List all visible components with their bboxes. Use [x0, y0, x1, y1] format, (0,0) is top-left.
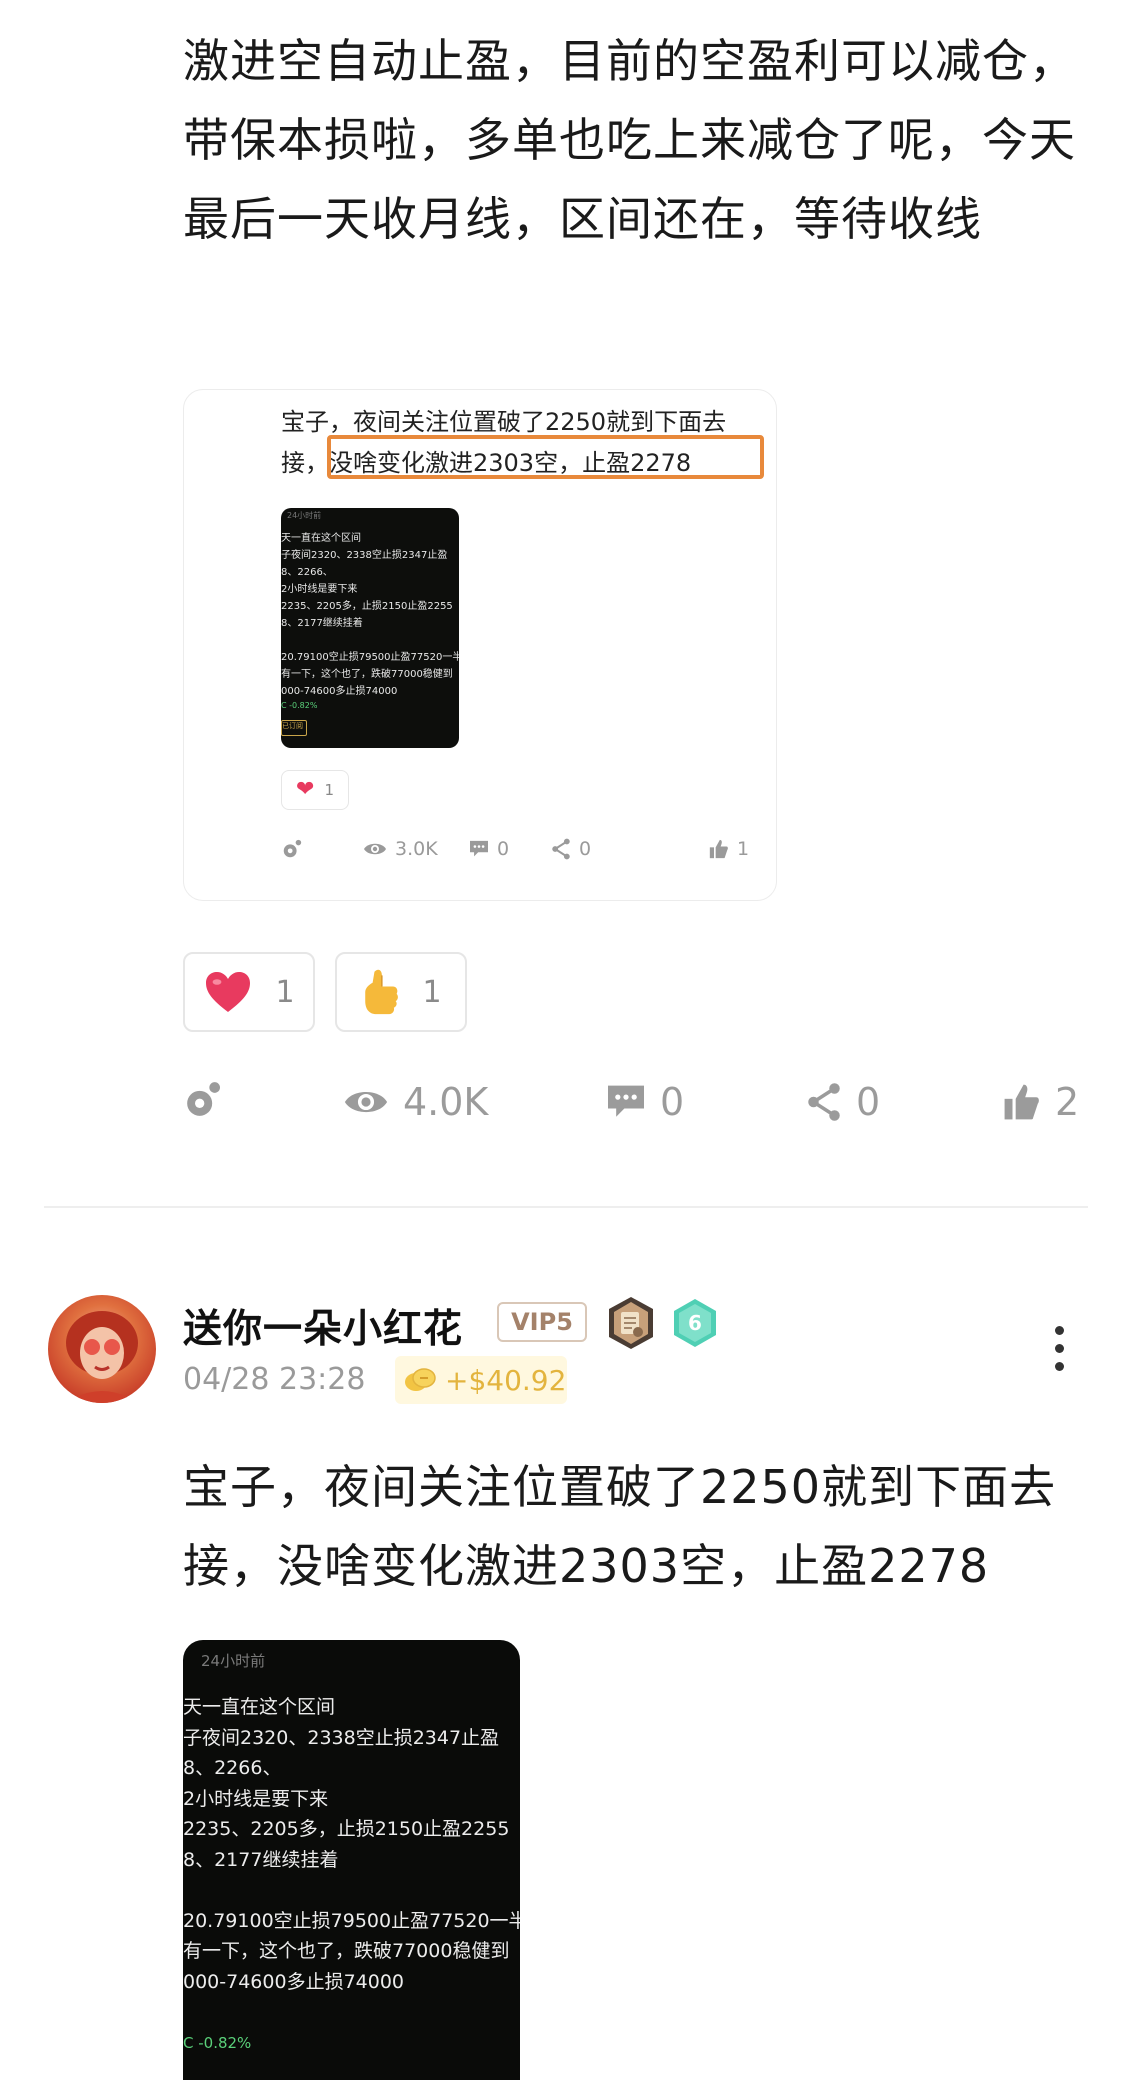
- views-stat: 4.0K: [343, 1080, 488, 1124]
- shares-count: 0: [856, 1080, 881, 1124]
- image-header-text: 24小时前: [287, 511, 322, 520]
- views-count: 4.0K: [403, 1080, 489, 1124]
- post-timestamp: 04/28 23:28: [183, 1362, 366, 1397]
- quoted-heart-reaction[interactable]: ❤ 1: [281, 770, 349, 810]
- level-badge: 6: [672, 1298, 718, 1348]
- quoted-like-button[interactable]: 1: [709, 838, 749, 860]
- repost-icon: [283, 839, 302, 858]
- more-dot: [1054, 1362, 1064, 1371]
- more-dot: [1054, 1326, 1064, 1335]
- post-text: 宝子，夜间关注位置破了2250就到下面去接，没啥变化激进2303空，止盈2278: [183, 1460, 1057, 1593]
- eye-icon: [344, 1091, 388, 1113]
- thumbs-up-icon: [709, 839, 728, 859]
- thumbs-up-emoji-icon: [365, 969, 399, 1015]
- likes-count: 2: [1055, 1080, 1080, 1124]
- heart-reaction-button[interactable]: 1: [183, 952, 315, 1032]
- coins-icon: [405, 1368, 436, 1391]
- likes-count: 1: [737, 838, 750, 860]
- reward-amount: +$40.92: [445, 1363, 567, 1397]
- quoted-views: 3.0K: [363, 838, 438, 860]
- share-icon: [552, 838, 570, 860]
- avatar-illustration: [66, 1311, 138, 1403]
- heart-icon: ❤: [296, 777, 315, 802]
- more-dot: [1054, 1344, 1064, 1353]
- comments-count: 0: [497, 838, 510, 860]
- heart-count: 1: [275, 974, 295, 1010]
- medal-badge-icon: [606, 1296, 656, 1350]
- level-number: 6: [688, 1311, 702, 1335]
- heart-icon: [206, 972, 251, 1012]
- image-badge: C -0.82%: [281, 701, 318, 710]
- vip-badge: VIP5: [497, 1302, 587, 1342]
- repost-icon: [187, 1082, 220, 1116]
- shares-count: 0: [579, 838, 592, 860]
- share-icon: [808, 1083, 840, 1121]
- quoted-post-image[interactable]: 24小时前 天一直在这个区间 子夜间2320、2338空止损2347止盈 8、2…: [281, 508, 459, 748]
- image-text-lines: 天一直在这个区间 子夜间2320、2338空止损2347止盈 8、2266、 2…: [183, 1696, 520, 1993]
- views-count: 3.0K: [395, 838, 438, 860]
- reward-badge: +$40.92: [395, 1356, 567, 1404]
- avatar[interactable]: [48, 1295, 156, 1403]
- image-text-lines: 天一直在这个区间 子夜间2320、2338空止损2347止盈 8、2266、 2…: [281, 533, 459, 697]
- post-text: 激进空自动止盈，目前的空盈利可以减仓，带保本损啦，多单也吃上来减仓了呢，今天最后…: [183, 34, 1076, 246]
- share-button[interactable]: 0: [806, 1080, 880, 1124]
- comments-count: 0: [660, 1080, 685, 1124]
- quoted-share-button[interactable]: 0: [551, 838, 591, 860]
- post-divider: [44, 1206, 1088, 1208]
- post-stats-row: 4.0K 0 0 2: [183, 1080, 1083, 1140]
- like-button[interactable]: 2: [1003, 1080, 1079, 1124]
- username[interactable]: 送你一朵小红花: [183, 1298, 463, 1354]
- repost-button[interactable]: [183, 1080, 223, 1120]
- highlight-box: [327, 435, 764, 479]
- thumbs-reaction-button[interactable]: 1: [335, 952, 467, 1032]
- comment-icon: [608, 1085, 644, 1117]
- eye-icon: [364, 843, 386, 855]
- thumbs-up-icon: [1004, 1084, 1039, 1120]
- reaction-count: 1: [324, 781, 334, 799]
- image-badge: C -0.82%: [183, 2034, 252, 2052]
- comment-icon: [470, 840, 488, 857]
- post-image[interactable]: 24小时前 天一直在这个区间 子夜间2320、2338空止损2347止盈 8、2…: [183, 1640, 520, 2080]
- quoted-stats-row: 3.0K 0 0 1: [281, 838, 763, 868]
- more-options-button[interactable]: [1050, 1326, 1068, 1382]
- thumbs-count: 1: [422, 974, 442, 1010]
- quoted-repost-button[interactable]: [281, 838, 303, 860]
- comment-button[interactable]: 0: [606, 1080, 684, 1124]
- quoted-comment-button[interactable]: 0: [469, 838, 509, 860]
- image-button: 已订阅: [281, 720, 307, 736]
- quoted-post-card[interactable]: 宝子，夜间关注位置破了2250就到下面去接，没啥变化激进2303空，止盈2278…: [183, 389, 777, 901]
- image-header-text: 24小时前: [201, 1652, 266, 1670]
